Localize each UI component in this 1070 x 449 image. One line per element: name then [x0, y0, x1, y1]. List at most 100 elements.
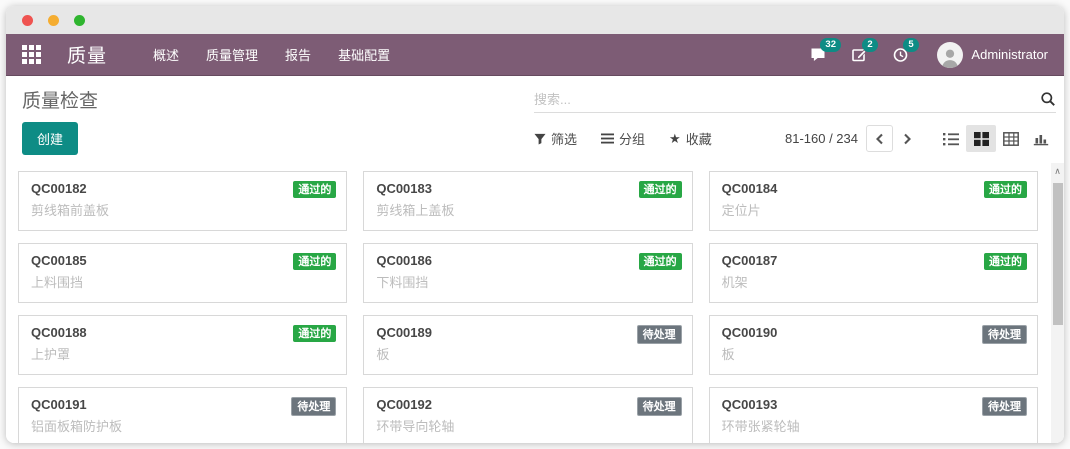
card-reference: QC00193	[722, 397, 1025, 412]
search-icon[interactable]	[1040, 91, 1056, 107]
reminders-button[interactable]: 5	[892, 46, 909, 63]
card-reference: QC00182	[31, 181, 334, 196]
kanban-card[interactable]: QC00183 剪线箱上盖板 通过的	[363, 171, 692, 231]
kanban-card[interactable]: QC00192 环带导向轮轴 待处理	[363, 387, 692, 443]
card-reference: QC00192	[376, 397, 679, 412]
favorites-button[interactable]: ★ 收藏	[669, 129, 712, 148]
status-badge: 通过的	[293, 253, 336, 270]
chevron-right-icon	[901, 132, 913, 146]
status-badge: 通过的	[293, 325, 336, 342]
card-product-name: 剪线箱前盖板	[31, 200, 334, 219]
window-titlebar	[6, 6, 1064, 34]
kanban-card[interactable]: QC00182 剪线箱前盖板 通过的	[18, 171, 347, 231]
search-input[interactable]	[534, 92, 1040, 107]
card-product-name: 定位片	[722, 200, 1025, 219]
app-title: 质量	[67, 41, 107, 68]
kanban-card[interactable]: QC00189 板 待处理	[363, 315, 692, 375]
kanban-card[interactable]: QC00186 下料围挡 通过的	[363, 243, 692, 303]
activities-count-badge: 2	[862, 38, 877, 52]
scrollbar-thumb[interactable]	[1053, 183, 1063, 325]
scrollbar: ∧	[1051, 163, 1064, 443]
chevron-left-icon	[874, 132, 886, 146]
card-reference: QC00191	[31, 397, 334, 412]
status-badge: 待处理	[291, 397, 336, 416]
bar-chart-icon	[1033, 132, 1049, 146]
filters-label: 筛选	[551, 129, 577, 148]
search-box	[534, 91, 1056, 113]
card-product-name: 环带导向轮轴	[376, 416, 679, 435]
nav-item-reports[interactable]: 报告	[285, 45, 311, 64]
create-button[interactable]: 创建	[22, 122, 78, 155]
card-reference: QC00190	[722, 325, 1025, 340]
control-panel: 质量检查 创建 筛选	[6, 76, 1064, 163]
kanban-view: QC00182 剪线箱前盖板 通过的 QC00183 剪线箱上盖板 通过的 QC…	[6, 163, 1064, 443]
card-product-name: 板	[722, 344, 1025, 363]
card-reference: QC00184	[722, 181, 1025, 196]
kanban-card[interactable]: QC00191 铝面板箱防护板 待处理	[18, 387, 347, 443]
card-product-name: 机架	[722, 272, 1025, 291]
reminders-count-badge: 5	[903, 38, 918, 52]
browser-window: 质量 概述 质量管理 报告 基础配置 32 2	[6, 6, 1064, 443]
status-badge: 通过的	[293, 181, 336, 198]
view-switch-graph-button[interactable]	[1026, 125, 1056, 152]
status-badge: 待处理	[637, 397, 682, 416]
kanban-card[interactable]: QC00190 板 待处理	[709, 315, 1038, 375]
nav-item-configuration[interactable]: 基础配置	[338, 45, 390, 64]
nav-item-quality-mgmt[interactable]: 质量管理	[206, 45, 258, 64]
favorites-label: 收藏	[686, 129, 712, 148]
kanban-grid: QC00182 剪线箱前盖板 通过的 QC00183 剪线箱上盖板 通过的 QC…	[6, 163, 1064, 443]
filter-funnel-icon	[534, 133, 546, 145]
maximize-window-icon[interactable]	[74, 15, 85, 26]
kanban-card[interactable]: QC00185 上料围挡 通过的	[18, 243, 347, 303]
close-window-icon[interactable]	[22, 15, 33, 26]
kanban-card[interactable]: QC00188 上护罩 通过的	[18, 315, 347, 375]
card-reference: QC00187	[722, 253, 1025, 268]
group-by-button[interactable]: 分组	[601, 129, 645, 148]
user-menu[interactable]: Administrator	[937, 42, 1048, 68]
view-switch-list-button[interactable]	[936, 125, 966, 152]
status-badge: 通过的	[639, 181, 682, 198]
kanban-card[interactable]: QC00187 机架 通过的	[709, 243, 1038, 303]
pager-next-button[interactable]	[893, 125, 920, 152]
user-name: Administrator	[971, 47, 1048, 62]
pivot-table-icon	[1003, 132, 1019, 146]
card-reference: QC00186	[376, 253, 679, 268]
page-title: 质量检查	[22, 86, 534, 113]
avatar	[937, 42, 963, 68]
card-reference: QC00183	[376, 181, 679, 196]
user-silhouette-icon	[939, 46, 961, 68]
card-product-name: 剪线箱上盖板	[376, 200, 679, 219]
card-reference: QC00189	[376, 325, 679, 340]
pager: 81-160 / 234	[785, 125, 1056, 152]
card-reference: QC00188	[31, 325, 334, 340]
filters-button[interactable]: 筛选	[534, 129, 577, 148]
nav-item-overview[interactable]: 概述	[153, 45, 179, 64]
systray: 32 2 5	[809, 42, 1048, 68]
card-product-name: 上护罩	[31, 344, 334, 363]
status-badge: 通过的	[984, 181, 1027, 198]
card-reference: QC00185	[31, 253, 334, 268]
card-product-name: 下料围挡	[376, 272, 679, 291]
group-by-label: 分组	[619, 129, 645, 148]
status-badge: 待处理	[637, 325, 682, 344]
messages-button[interactable]: 32	[809, 46, 827, 63]
kanban-card[interactable]: QC00184 定位片 通过的	[709, 171, 1038, 231]
minimize-window-icon[interactable]	[48, 15, 59, 26]
card-product-name: 环带张紧轮轴	[722, 416, 1025, 435]
star-icon: ★	[669, 131, 681, 147]
status-badge: 通过的	[984, 253, 1027, 270]
view-switch-kanban-button[interactable]	[966, 125, 996, 152]
card-product-name: 上料围挡	[31, 272, 334, 291]
view-switch-pivot-button[interactable]	[996, 125, 1026, 152]
kanban-view-icon	[974, 132, 989, 146]
apps-grid-icon[interactable]	[22, 45, 41, 64]
main-navbar: 质量 概述 质量管理 报告 基础配置 32 2	[6, 34, 1064, 76]
messages-count-badge: 32	[820, 38, 841, 52]
pager-previous-button[interactable]	[866, 125, 893, 152]
activities-button[interactable]: 2	[851, 46, 868, 63]
status-badge: 待处理	[982, 325, 1027, 344]
scroll-up-icon[interactable]: ∧	[1051, 163, 1064, 179]
kanban-card[interactable]: QC00193 环带张紧轮轴 待处理	[709, 387, 1038, 443]
nav-menu: 概述 质量管理 报告 基础配置	[153, 45, 390, 64]
card-product-name: 铝面板箱防护板	[31, 416, 334, 435]
